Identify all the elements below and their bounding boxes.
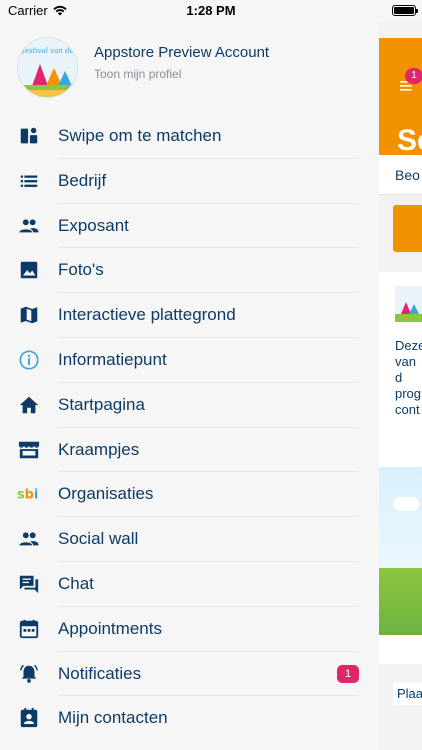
background-illustration	[379, 467, 422, 635]
background-header: 1 Se	[379, 38, 422, 157]
home-icon	[17, 394, 41, 416]
menu-item-startpagina[interactable]: Startpagina	[0, 383, 379, 428]
contact-icon	[17, 707, 41, 729]
status-bar: Carrier 1:28 PM	[0, 0, 422, 22]
background-title: Se	[397, 124, 422, 157]
svg-text:sbi: sbi	[17, 488, 38, 503]
menu-item-plattegrond[interactable]: Interactieve plattegrond	[0, 293, 379, 338]
battery-icon	[392, 5, 418, 16]
profile-name[interactable]: Appstore Preview Account	[94, 44, 269, 61]
background-card-logo	[395, 286, 422, 322]
background-card[interactable]: Deze van d prog cont	[379, 272, 422, 664]
menu-item-chat[interactable]: Chat	[0, 562, 379, 607]
drawer-menu: Swipe om te matchen Bedrijf Exposant Fot…	[0, 114, 379, 741]
background-screen[interactable]: 1 Se Beo Deze van d prog cont Plaa	[379, 22, 422, 750]
background-strip[interactable]: Beo	[379, 155, 422, 195]
people-icon	[17, 215, 41, 237]
background-strip-text: Beo	[395, 167, 420, 183]
menu-item-social-wall[interactable]: Social wall	[0, 517, 379, 562]
avatar[interactable]: festival van de	[17, 37, 78, 98]
bell-icon	[17, 663, 41, 685]
menu-item-exposant[interactable]: Exposant	[0, 204, 379, 249]
info-icon	[17, 349, 41, 371]
background-action-button[interactable]	[393, 205, 422, 252]
menu-label-notificaties: Notificaties	[58, 663, 142, 683]
menu-item-notificaties[interactable]: Notificaties 1	[0, 652, 379, 697]
menu-label-plattegrond: Interactieve plattegrond	[58, 305, 236, 325]
menu-item-bedrijf[interactable]: Bedrijf	[0, 159, 379, 204]
menu-item-fotos[interactable]: Foto's	[0, 248, 379, 293]
menu-item-kraampjes[interactable]: Kraampjes	[0, 428, 379, 473]
profile-header[interactable]: festival van de Appstore Preview Account…	[0, 22, 379, 112]
view-profile-link[interactable]: Toon mijn profiel	[94, 67, 181, 81]
menu-label-bedrijf: Bedrijf	[58, 170, 107, 190]
clock: 1:28 PM	[186, 3, 236, 18]
background-badge: 1	[405, 68, 422, 84]
avatar-logo-text: festival van de	[21, 47, 73, 55]
menu-item-organisaties[interactable]: sbi Organisaties	[0, 472, 379, 517]
calendar-icon	[17, 618, 41, 640]
menu-item-mijn-contacten[interactable]: Mijn contacten	[0, 696, 379, 741]
menu-label-exposant: Exposant	[58, 215, 129, 235]
list-icon	[17, 170, 41, 192]
swipe-cards-icon	[17, 125, 41, 147]
menu-label-kraampjes: Kraampjes	[58, 439, 140, 459]
menu-label-social-wall: Social wall	[58, 529, 139, 549]
menu-label-startpagina: Startpagina	[58, 394, 145, 414]
menu-label-fotos: Foto's	[58, 260, 104, 280]
menu-label-chat: Chat	[58, 573, 94, 593]
side-drawer: festival van de Appstore Preview Account…	[0, 22, 379, 750]
menu-item-appointments[interactable]: Appointments	[0, 607, 379, 652]
notification-count-badge: 1	[337, 664, 359, 683]
menu-label-mijn-contacten: Mijn contacten	[58, 708, 168, 728]
menu-label-appointments: Appointments	[58, 618, 162, 638]
menu-item-informatiepunt[interactable]: Informatiepunt	[0, 338, 379, 383]
chat-icon	[17, 573, 41, 595]
background-card-text: Deze van d prog cont	[395, 338, 422, 417]
menu-item-swipe[interactable]: Swipe om te matchen	[0, 114, 379, 159]
menu-label-organisaties: Organisaties	[58, 484, 154, 504]
menu-label-informatiepunt: Informatiepunt	[58, 349, 167, 369]
menu-label-swipe: Swipe om te matchen	[58, 126, 222, 145]
map-icon	[17, 304, 41, 326]
sbi-logo-icon: sbi	[17, 483, 41, 505]
background-bottom-text: Plaa	[393, 682, 422, 705]
image-icon	[17, 259, 41, 281]
people-icon	[17, 528, 41, 550]
store-icon	[17, 439, 41, 461]
